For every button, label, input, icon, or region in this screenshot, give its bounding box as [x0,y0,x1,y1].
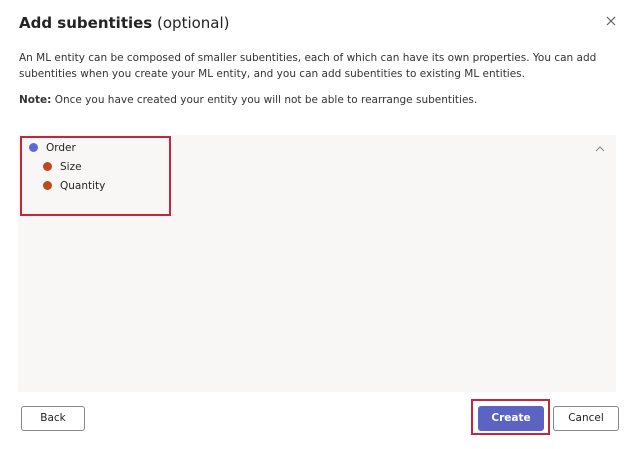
add-subentities-dialog: Add subentities (optional) An ML entity … [0,0,635,449]
tree-node-quantity[interactable]: Quantity [60,179,105,193]
close-icon[interactable] [603,13,619,29]
create-button[interactable]: Create [478,406,544,431]
tree-node-size[interactable]: Size [60,160,82,174]
dialog-description: An ML entity can be composed of smaller … [19,52,597,80]
cancel-button[interactable]: Cancel [553,406,619,431]
dialog-note: Note: Once you have created your entity … [19,92,477,108]
subentity-dot-icon [43,181,52,190]
subentity-dot-icon [43,162,52,171]
note-text: Once you have created your entity you wi… [54,94,478,106]
dialog-title-optional: (optional) [157,14,230,32]
dialog-title-main: Add subentities [19,14,153,32]
entity-dot-icon [29,143,38,152]
dialog-title: Add subentities (optional) [19,12,230,34]
tree-node-order[interactable]: Order [46,141,76,155]
note-label: Note: [19,94,52,106]
chevron-up-icon[interactable] [593,141,607,155]
back-button[interactable]: Back [21,406,85,431]
subentity-tree-highlight [20,136,171,216]
